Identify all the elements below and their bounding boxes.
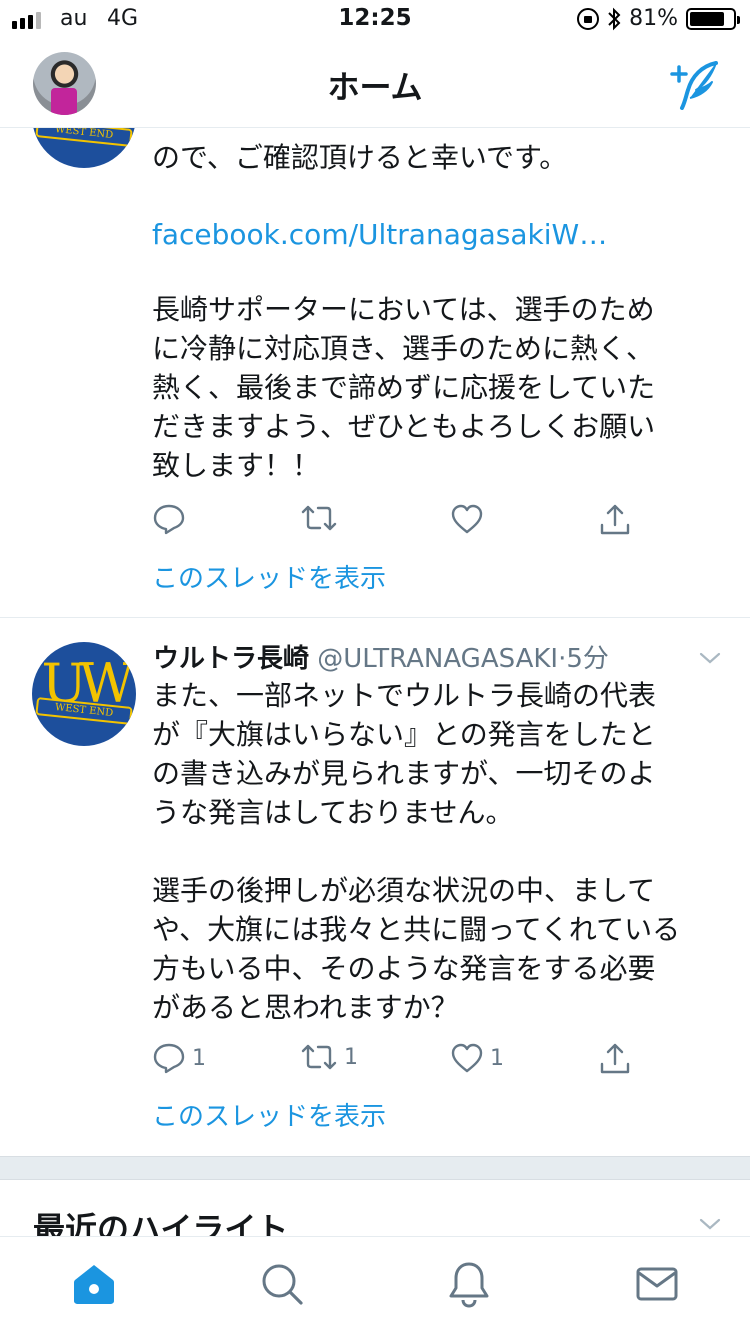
tweet-text: また、一部ネットでウルトラ長崎の代表 が『大旗はいらない』との発言をしたと の書… xyxy=(152,679,681,1024)
top-header: ホーム xyxy=(0,40,750,128)
tweet-text: ので、ご確認頂けると幸いです。 xyxy=(152,141,568,174)
author-handle[interactable]: @ULTRANAGASAKI xyxy=(317,644,558,674)
share-icon xyxy=(600,1043,630,1074)
author-avatar-logo[interactable]: UW WEST END xyxy=(32,128,136,168)
reply-button[interactable]: 1 xyxy=(152,1042,206,1074)
retweet-button[interactable] xyxy=(300,503,338,533)
search-icon xyxy=(262,1264,303,1305)
retweet-icon xyxy=(301,1044,337,1070)
tweet-actions: 1 1 1 xyxy=(152,1042,652,1082)
like-count: 1 xyxy=(490,1045,504,1071)
chevron-down-icon[interactable] xyxy=(698,1212,722,1236)
reply-icon xyxy=(153,504,185,535)
compose-tweet-icon[interactable] xyxy=(668,60,722,110)
page-title: ホーム xyxy=(327,68,423,106)
chevron-down-icon[interactable] xyxy=(698,646,722,670)
timeline[interactable]: UW WEST END ので、ご確認頂けると幸いです。 facebook.com… xyxy=(0,128,750,1236)
tweet-actions xyxy=(152,503,652,543)
tweet-card[interactable]: UW WEST END ウルトラ長崎 @ULTRANAGASAKI·5分 また、… xyxy=(0,618,750,1156)
like-button[interactable] xyxy=(450,503,484,535)
status-bar: au 4G 12:25 81% xyxy=(0,0,750,40)
tab-notifications[interactable] xyxy=(444,1259,494,1309)
home-icon xyxy=(74,1265,114,1304)
heart-icon xyxy=(451,504,483,534)
show-thread-link[interactable]: このスレッドを表示 xyxy=(152,558,386,595)
tab-home[interactable] xyxy=(69,1259,119,1309)
author-avatar-logo[interactable]: UW WEST END xyxy=(32,642,136,746)
tweet-timestamp: 5分 xyxy=(566,644,609,674)
like-button[interactable]: 1 xyxy=(450,1042,504,1074)
bell-icon xyxy=(449,1262,489,1308)
section-separator xyxy=(0,1156,750,1180)
logo-band: WEST END xyxy=(35,128,133,147)
battery-icon xyxy=(686,7,740,30)
retweet-count: 1 xyxy=(344,1044,358,1070)
envelope-icon xyxy=(636,1267,678,1301)
retweet-button[interactable]: 1 xyxy=(300,1042,358,1072)
battery-fill xyxy=(690,11,725,26)
share-button[interactable] xyxy=(598,1042,632,1076)
tab-messages[interactable] xyxy=(632,1259,682,1309)
retweet-icon xyxy=(301,505,337,531)
share-button[interactable] xyxy=(598,503,632,537)
reply-icon xyxy=(153,1043,185,1074)
bottom-tab-bar xyxy=(0,1236,750,1334)
tweet-text-continued: 長崎サポーターにおいては、選手のため に冷静に対応頂き、選手のために熱く、 熱く… xyxy=(152,293,656,482)
reply-count: 1 xyxy=(192,1045,206,1071)
rotation-lock-icon xyxy=(577,7,600,30)
tweet-link[interactable]: facebook.com/UltranagasakiW… xyxy=(152,215,727,254)
battery-percent: 81% xyxy=(629,6,678,31)
link-text[interactable]: facebook.com/UltranagasakiW… xyxy=(152,218,607,251)
tweet-card[interactable]: UW WEST END ので、ご確認頂けると幸いです。 facebook.com… xyxy=(0,128,750,618)
heart-icon xyxy=(451,1043,483,1073)
tweet-header: ウルトラ長崎 @ULTRANAGASAKI·5分 xyxy=(153,638,609,675)
share-icon xyxy=(600,504,630,535)
author-name[interactable]: ウルトラ長崎 xyxy=(153,644,309,674)
status-right-group: 81% xyxy=(577,6,740,31)
show-thread-link[interactable]: このスレッドを表示 xyxy=(152,1096,386,1133)
highlights-heading: 最近のハイライト xyxy=(33,1210,289,1236)
tab-search[interactable] xyxy=(257,1259,307,1309)
bluetooth-icon xyxy=(608,7,621,30)
reply-button[interactable] xyxy=(152,503,186,535)
